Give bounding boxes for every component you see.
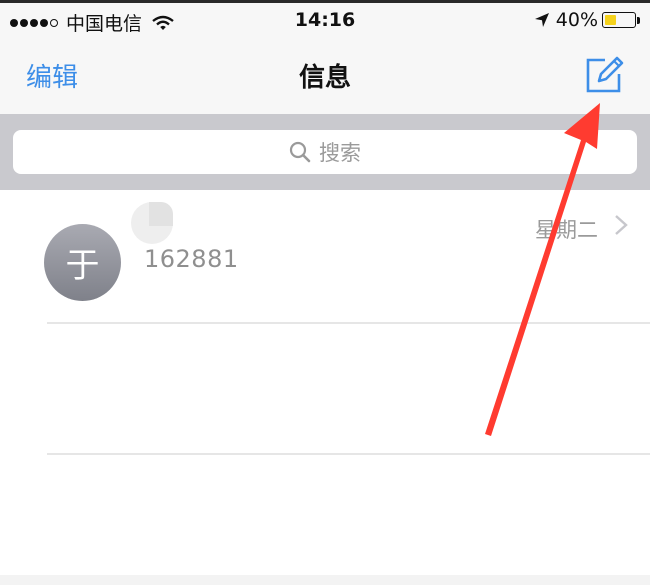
compose-icon	[586, 56, 624, 93]
avatar-letter: 于	[65, 246, 100, 286]
row-divider	[47, 453, 650, 455]
message-date: 星期二	[535, 218, 598, 242]
page-title: 信息	[298, 63, 351, 93]
search-input[interactable]: 搜索	[13, 130, 637, 174]
conversation-row[interactable]: 于 162881 星期二	[0, 190, 650, 322]
bottom-strip	[0, 575, 650, 585]
battery-percent: 40%	[555, 9, 598, 31]
sender-name: 162881	[144, 245, 239, 273]
search-area: 搜索	[0, 114, 650, 190]
unread-indicator	[131, 202, 173, 244]
battery-icon	[602, 12, 636, 28]
chevron-right-icon	[615, 215, 628, 235]
battery-level-fill	[605, 15, 616, 25]
row-divider	[47, 322, 650, 324]
search-placeholder: 搜索	[319, 141, 361, 165]
battery-nub	[637, 16, 640, 24]
compose-button[interactable]	[583, 54, 625, 96]
location-arrow-icon	[534, 13, 549, 27]
navigation-bar: 编辑 信息	[0, 37, 650, 114]
status-bar: 中国电信 14:16 40%	[0, 3, 650, 37]
avatar: 于	[44, 224, 121, 301]
search-icon	[289, 141, 311, 163]
status-right: 40%	[534, 9, 640, 31]
